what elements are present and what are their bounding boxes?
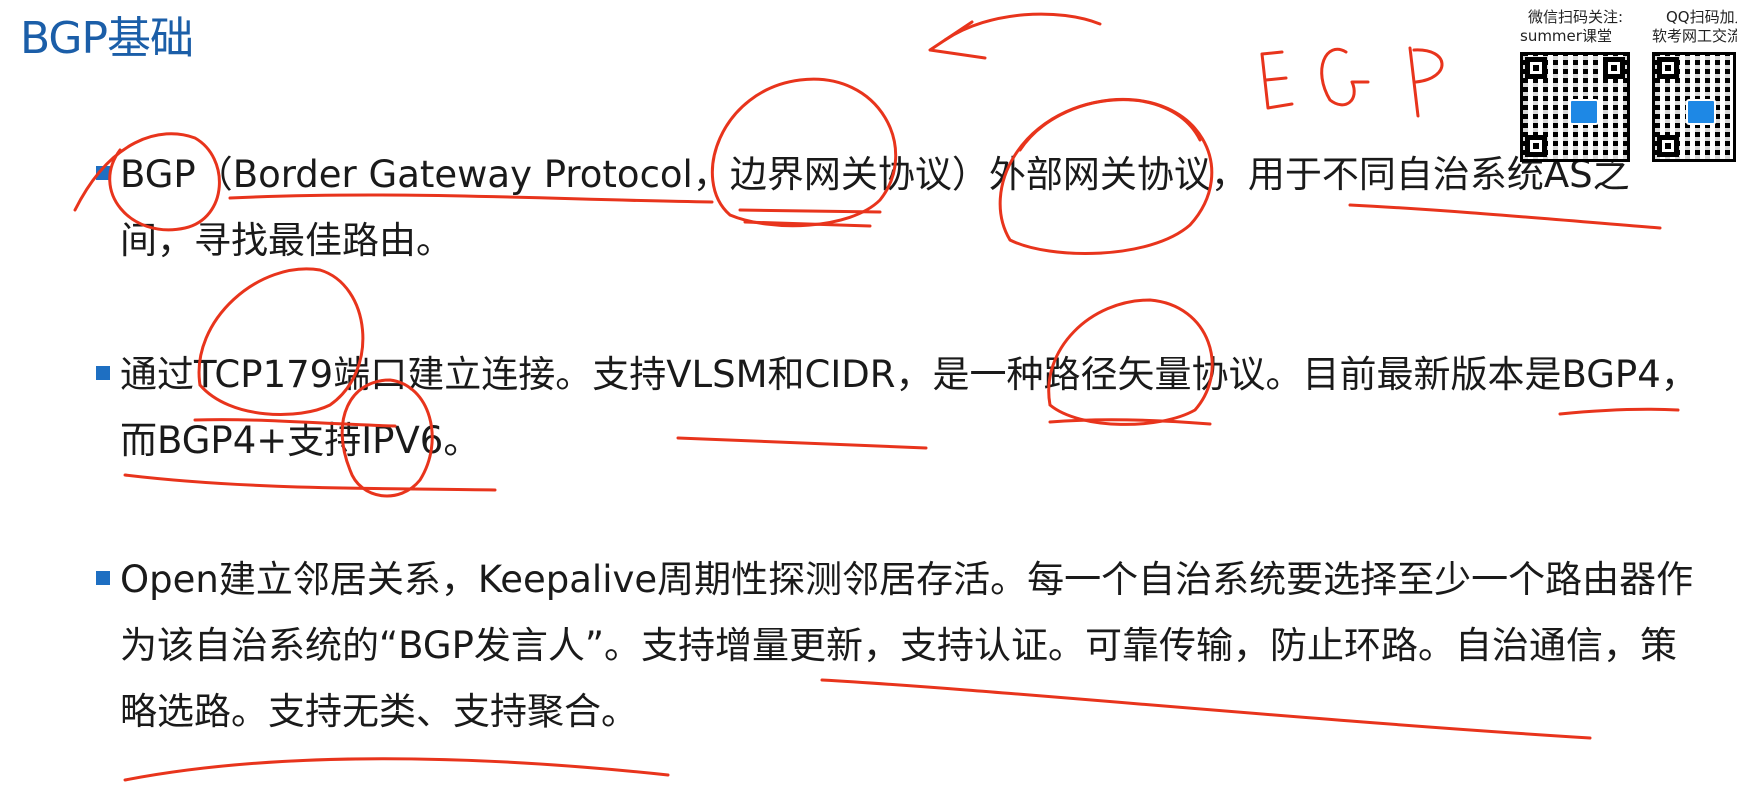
qr-label-line1: QQ扫码加入 <box>1666 8 1737 26</box>
ink-egp-p <box>1408 46 1444 118</box>
ink-arrow-curve <box>943 12 1102 42</box>
logo-badge-icon <box>1568 98 1599 125</box>
bullet-item-open-keepalive: Open建立邻居关系，Keepalive周期性探测邻居存活。每一个自治系统要选择… <box>96 547 1700 745</box>
bullet-text: BGP（Border Gateway Protocol，边界网关协议）外部网关协… <box>120 153 1630 262</box>
qr-code-icon <box>1520 52 1630 162</box>
ink-arrowhead <box>928 20 987 60</box>
bullet-item-bgp-definition: BGP（Border Gateway Protocol，边界网关协议）外部网关协… <box>96 142 1700 274</box>
bullet-text: 通过TCP179端口建立连接。支持VLSM和CIDR，是一种路径矢量协议。目前最… <box>120 353 1698 462</box>
qr-qq: QQ扫码加入 软考网工交流 <box>1652 8 1737 162</box>
qr-wechat: 微信扫码关注: summer课堂 <box>1520 8 1630 162</box>
qr-label-line2: 软考网工交流 <box>1652 27 1737 45</box>
bullet-item-tcp-connection: 通过TCP179端口建立连接。支持VLSM和CIDR，是一种路径矢量协议。目前最… <box>96 342 1700 474</box>
bullet-text: Open建立邻居关系，Keepalive周期性探测邻居存活。每一个自治系统要选择… <box>120 558 1694 733</box>
qr-label-line1: 微信扫码关注: <box>1528 8 1624 26</box>
bullet-square-icon <box>96 570 110 585</box>
slide-title: BGP基础 <box>20 13 194 64</box>
qr-code-icon <box>1652 52 1736 162</box>
ink-underline-policy <box>123 757 670 782</box>
ink-egp-e <box>1260 50 1294 110</box>
qr-label-line2: summer课堂 <box>1520 27 1612 45</box>
logo-badge-icon <box>1686 98 1717 125</box>
bullet-square-icon <box>96 165 110 180</box>
ink-underline-bgp4plus <box>123 473 497 492</box>
bullet-square-icon <box>96 365 110 380</box>
ink-egp-g <box>1320 48 1370 107</box>
